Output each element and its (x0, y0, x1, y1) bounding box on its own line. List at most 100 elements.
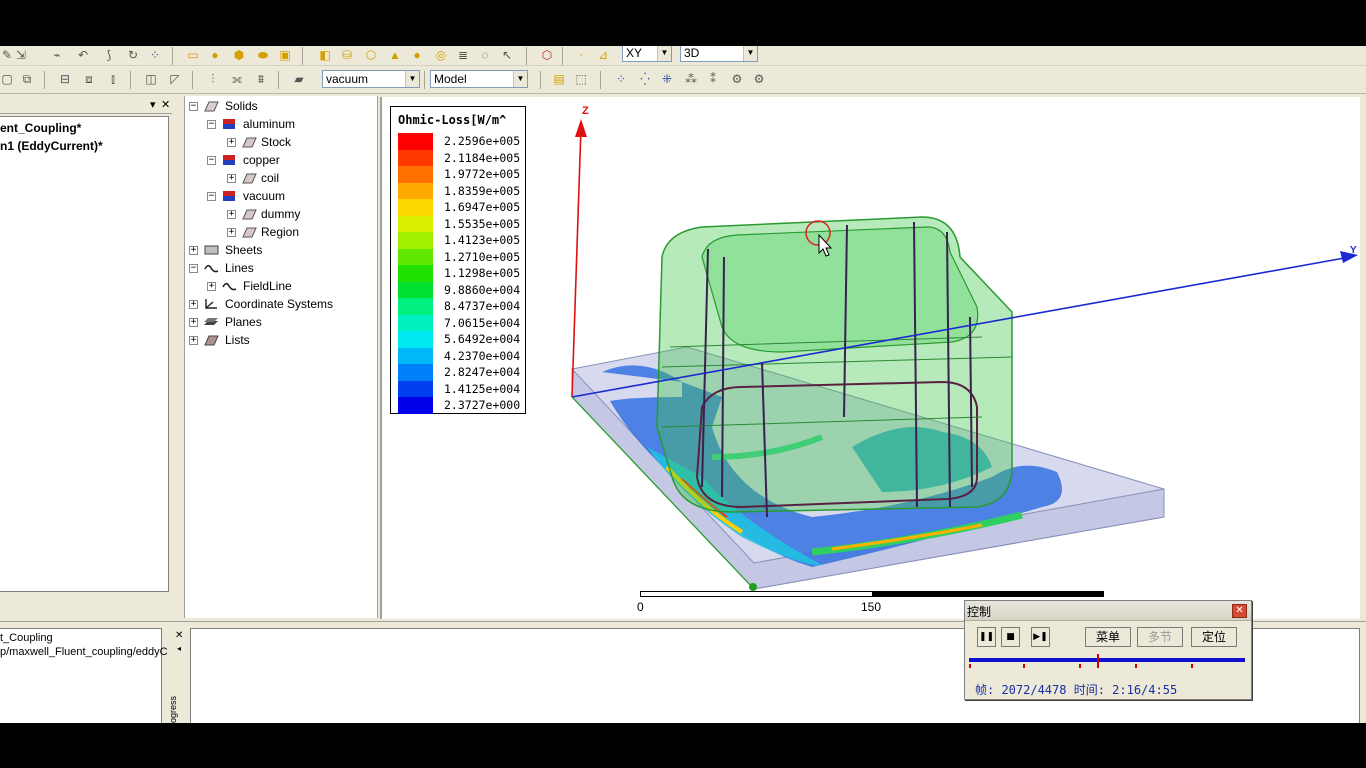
expand-toggle[interactable]: + (227, 228, 236, 237)
measure-object-icon[interactable]: ⁑ (706, 72, 720, 86)
arc-icon[interactable]: ↶ (76, 48, 90, 62)
chapters-button[interactable]: 多节 (1137, 627, 1183, 647)
plane-select[interactable]: XY ▼ (622, 46, 672, 62)
expand-toggle[interactable]: + (189, 300, 198, 309)
measure-distance-icon[interactable]: ⁛ (638, 72, 652, 86)
excitation-icon[interactable]: ⬚ (574, 72, 588, 86)
duplicate-along-line-icon[interactable]: ⫶ (206, 72, 220, 86)
mirror-icon[interactable]: ⫾ (106, 72, 120, 86)
box-icon[interactable]: ◧ (318, 48, 332, 62)
legend-row: 2.1184e+005 (398, 149, 522, 166)
expand-toggle[interactable]: + (227, 210, 236, 219)
duplicate-mirror-icon[interactable]: ⩩ (254, 72, 268, 86)
boundary-icon[interactable]: ▤ (552, 72, 566, 86)
material-group-icon (223, 119, 235, 129)
separator (172, 47, 173, 65)
measure-edge-icon[interactable]: ⁜ (660, 72, 674, 86)
polyline-icon[interactable]: ⌁ (50, 48, 64, 62)
pause-button[interactable]: ❚❚ (977, 627, 996, 647)
collapse-toggle[interactable]: − (189, 264, 198, 273)
project-name[interactable]: ent_Coupling* (0, 121, 81, 135)
ellipse-icon[interactable]: ⬬ (256, 48, 270, 62)
measure-face-icon[interactable]: ⁂ (684, 72, 698, 86)
point-icon[interactable]: ⁘ (148, 48, 162, 62)
expand-toggle[interactable]: + (207, 282, 216, 291)
control-title-bar[interactable]: 控制 ✕ (965, 601, 1251, 621)
legend-swatch (398, 364, 433, 381)
tree-node-label: copper (243, 153, 280, 167)
close-icon[interactable]: ✕ (1232, 604, 1247, 618)
rectangle-icon[interactable]: ▭ (186, 48, 200, 62)
collapse-toggle[interactable]: − (207, 192, 216, 201)
legend-value: 5.6492e+004 (444, 332, 521, 346)
view-select[interactable]: 3D ▼ (680, 46, 758, 62)
playback-timeline[interactable] (969, 658, 1245, 662)
helix-icon[interactable]: ≣ (456, 48, 470, 62)
3d-modeler-viewport[interactable]: Z Y Ohmic-Loss[W/m^ 2.2596e+005 2.1184e+0… (380, 97, 1360, 619)
chevron-down-icon[interactable]: ▼ (405, 71, 419, 87)
expand-toggle[interactable]: + (189, 318, 198, 327)
locate-button[interactable]: 定位 (1191, 627, 1237, 647)
separator (540, 71, 541, 89)
polyhedron-icon[interactable]: ⬡ (364, 48, 378, 62)
spiral-icon[interactable]: ◌ (478, 48, 492, 62)
solid-model-icon[interactable]: ⬡ (540, 48, 554, 62)
close-icon[interactable]: ✕ (161, 98, 170, 111)
legend-value: 1.2710e+005 (444, 249, 521, 264)
relative-cs-icon[interactable]: ⋅ (574, 48, 588, 62)
playback-position-thumb[interactable] (1096, 654, 1099, 668)
expand-toggle[interactable]: + (189, 246, 198, 255)
sphere-icon[interactable]: ● (410, 48, 424, 62)
separate-icon[interactable]: ⧈ (82, 72, 96, 86)
bondwire-icon[interactable]: ↖ (500, 48, 514, 62)
analyze-icon[interactable]: ⚙ (730, 72, 744, 86)
chevron-left-icon[interactable]: ◂ (177, 644, 181, 653)
face-cs-icon[interactable]: ⊿ (596, 48, 610, 62)
sweep-icon[interactable]: ◫ (144, 72, 158, 86)
chevron-down-icon[interactable]: ▼ (743, 46, 757, 61)
field-legend[interactable]: Ohmic-Loss[W/m^ 2.2596e+005 2.1184e+005 1.… (390, 106, 526, 414)
close-icon[interactable]: ✕ (175, 630, 183, 641)
collapse-toggle[interactable]: − (207, 120, 216, 129)
equation-curve-icon[interactable]: ↻ (126, 48, 140, 62)
progress-panel-tab[interactable]: ✕ ◂ rogress (168, 628, 188, 723)
expand-toggle[interactable]: + (227, 174, 236, 183)
cone-icon[interactable]: ▲ (388, 48, 402, 62)
cylinder-icon[interactable]: ⛁ (340, 48, 354, 62)
design-name[interactable]: n1 (EddyCurrent)* (0, 139, 103, 153)
pin-icon[interactable]: ▾ (150, 98, 156, 111)
menu-button[interactable]: 菜单 (1085, 627, 1131, 647)
cover-icon[interactable]: ◸ (168, 72, 182, 86)
legend-swatch (398, 314, 433, 331)
select-tool-icon[interactable]: ⇲ (14, 48, 28, 62)
subtract-icon[interactable]: ⧉ (20, 72, 34, 86)
collapse-toggle[interactable]: − (189, 102, 198, 111)
mode-select[interactable]: Model ▼ (430, 70, 528, 88)
chevron-down-icon[interactable]: ▼ (657, 46, 671, 61)
regular-polygon-icon[interactable]: ⬢ (232, 48, 246, 62)
frame-time-readout: 帧: 2072/4478 时间: 2:16/4:55 (975, 683, 1178, 697)
expand-toggle[interactable]: + (227, 138, 236, 147)
message-manager[interactable]: t_Coupling p/maxwell_Fluent_coupling/edd… (0, 628, 168, 723)
collapse-toggle[interactable]: − (207, 156, 216, 165)
chevron-down-icon[interactable]: ▼ (513, 71, 527, 87)
torus-icon[interactable]: ◎ (434, 48, 448, 62)
legend-swatch (398, 133, 433, 150)
validate-icon[interactable]: ⚙ (752, 72, 766, 86)
material-icon[interactable]: ▰ (292, 72, 306, 86)
stop-button[interactable]: ■ (1001, 627, 1020, 647)
measure-position-icon[interactable]: ⁘ (614, 72, 628, 86)
project-tree[interactable]: ent_Coupling* n1 (EddyCurrent)* (0, 116, 169, 592)
legend-row: 4.2370e+004 (398, 347, 522, 364)
duplicate-around-axis-icon[interactable]: ⟗ (230, 72, 244, 86)
unite-icon[interactable]: ▢ (0, 72, 14, 86)
legend-swatch (398, 298, 433, 315)
split-icon[interactable]: ⊟ (58, 72, 72, 86)
draw-tool-icon[interactable]: ✎ (0, 48, 14, 62)
step-forward-button[interactable]: ▶❚ (1031, 627, 1050, 647)
spline-icon[interactable]: ⟆ (102, 48, 116, 62)
expand-toggle[interactable]: + (189, 336, 198, 345)
material-select[interactable]: vacuum ▼ (322, 70, 420, 88)
circle-icon[interactable]: ● (208, 48, 222, 62)
box-sheet-icon[interactable]: ▣ (278, 48, 292, 62)
